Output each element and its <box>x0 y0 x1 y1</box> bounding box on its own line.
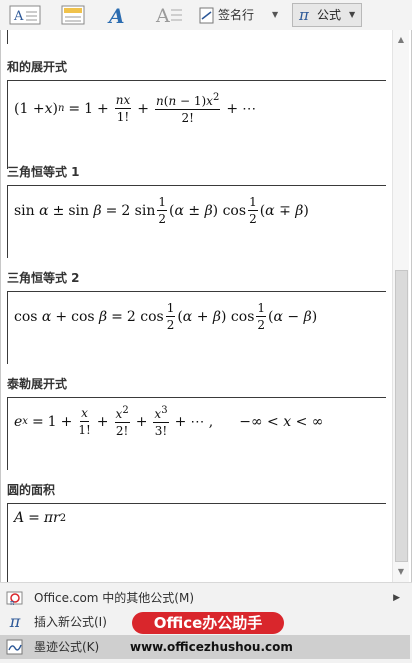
ink-equation-icon <box>6 639 23 655</box>
svg-text:A: A <box>155 5 170 26</box>
entry-heading: 圆的面积 <box>7 483 56 497</box>
vertical-scrollbar[interactable]: ▲ ▼ <box>392 30 409 582</box>
text-box-icon[interactable]: A <box>8 4 42 26</box>
submenu-arrow-icon: ▶ <box>393 593 400 603</box>
office-online-icon: π <box>6 591 23 607</box>
menu-label: 墨迹公式(K) <box>34 640 100 654</box>
watermark-url: www.officezhushou.com <box>130 640 293 654</box>
entry-heading: 和的展开式 <box>7 60 68 74</box>
formula-entry-circle-area[interactable]: A = πr 2 <box>7 503 386 583</box>
chevron-down-icon[interactable]: ▼ <box>272 5 278 25</box>
pi-icon: π <box>9 612 21 631</box>
menu-label: Office.com 中的其他公式(M) <box>34 591 195 605</box>
formula-label: 公式 <box>317 8 342 22</box>
entry-heading: 三角恒等式 1 <box>7 165 80 179</box>
previous-formula-box-edge <box>7 30 8 44</box>
formula-gallery: 和的展开式 (1 + x) n = 1 + nx 1! + n(n − 1)x2 2! +… <box>0 30 412 583</box>
signature-line-button[interactable]: 签名行 <box>218 5 254 25</box>
entry-heading: 三角恒等式 2 <box>7 271 80 285</box>
formula-entry-trig-1[interactable]: sin α ± sin β = 2 sin 12 (α ± β) cos 12 (α … <box>7 185 386 258</box>
scroll-up-icon[interactable]: ▲ <box>393 32 409 48</box>
formula-trig-1: sin α ± sin β = 2 sin 12 (α ± β) cos 12 (α … <box>14 195 309 226</box>
scroll-down-icon[interactable]: ▼ <box>393 564 409 580</box>
drop-cap-icon[interactable]: A <box>154 4 184 26</box>
watermark-badge: Office办公助手 <box>132 612 284 634</box>
formula-binomial: (1 + x) n = 1 + nx 1! + n(n − 1)x2 2! + ⋯ <box>14 92 257 125</box>
scrollbar-thumb[interactable] <box>395 270 408 562</box>
chevron-down-icon: ▼ <box>349 10 356 19</box>
formula-trig-2: cos α + cos β = 2 cos 12 (α + β) cos 12 (α … <box>14 301 318 332</box>
pi-icon: π <box>299 6 309 24</box>
svg-text:A: A <box>107 4 125 26</box>
formula-taylor: e x = 1 + x 1! + x2 2! + x3 3! + ⋯ , −∞ < x < ∞ <box>14 405 324 438</box>
menu-label: 插入新公式(I) <box>34 615 107 629</box>
menu-more-formulas[interactable]: π Office.com 中的其他公式(M) ▶ <box>0 586 410 610</box>
quick-parts-icon[interactable] <box>60 4 86 26</box>
wordart-icon[interactable]: A <box>106 4 136 26</box>
formula-entry-binomial[interactable]: (1 + x) n = 1 + nx 1! + n(n − 1)x2 2! + ⋯ <box>7 80 386 169</box>
formula-circle-area: A = πr 2 <box>14 510 67 526</box>
formula-entry-trig-2[interactable]: cos α + cos β = 2 cos 12 (α + β) cos 12 (α … <box>7 291 386 364</box>
ribbon-strip: A A A 签名行 ▼ π 公式 ▼ <box>0 0 412 31</box>
svg-text:A: A <box>13 9 24 24</box>
entry-heading: 泰勒展开式 <box>7 377 68 391</box>
formula-button[interactable]: π 公式 ▼ <box>292 3 362 27</box>
signature-line-icon[interactable] <box>198 4 216 26</box>
formula-entry-taylor[interactable]: e x = 1 + x 1! + x2 2! + x3 3! + ⋯ , −∞ < x < ∞ <box>7 397 386 470</box>
